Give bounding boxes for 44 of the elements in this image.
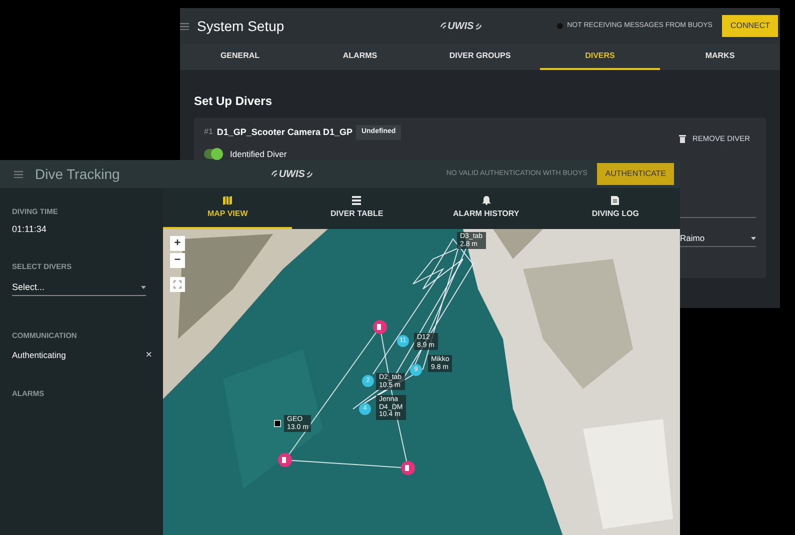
document-icon	[610, 196, 620, 204]
menu-icon[interactable]	[180, 22, 189, 30]
diver-index: #1	[204, 126, 213, 138]
logo-text: UWIS	[448, 20, 474, 34]
select-field[interactable]: Select...	[12, 280, 146, 296]
marker-icon	[373, 320, 387, 334]
trash-icon	[679, 134, 686, 143]
list-icon	[352, 196, 362, 204]
status-dot-icon	[557, 23, 564, 29]
caret-icon	[751, 237, 756, 240]
toggle-label: Identified Diver	[230, 148, 287, 160]
bell-icon	[482, 196, 491, 204]
close-button[interactable]: ×	[146, 350, 152, 362]
tab[interactable]: DIVER TABLE	[292, 188, 422, 229]
tab[interactable]: GENERAL	[180, 44, 300, 70]
wave-icon	[474, 21, 483, 31]
square-marker-icon	[274, 420, 281, 427]
tab[interactable]: DIVER GROUPS	[420, 44, 540, 70]
tab[interactable]: DIVERS	[540, 44, 660, 70]
diver-name: D1_GP_Scooter Camera D1_GP	[216, 126, 352, 138]
authenticate-button[interactable]: AUTHENTICATE	[597, 163, 674, 185]
wave-icon	[270, 169, 278, 179]
window-title: Dive Tracking	[35, 164, 120, 184]
toggle-switch[interactable]	[204, 148, 222, 159]
diving-time: 01:11:34	[12, 223, 46, 236]
fullscreen-icon[interactable]	[170, 277, 185, 292]
logo-text: UWIS	[278, 168, 305, 182]
menu-icon[interactable]	[14, 170, 23, 178]
communication-status: Authenticating	[12, 349, 66, 362]
section-heading: Set Up Divers	[194, 93, 272, 110]
marker-icon	[401, 461, 415, 475]
connect-button[interactable]: CONNECT	[722, 15, 778, 37]
caret-icon	[141, 286, 146, 289]
tab[interactable]: ALARM HISTORY	[422, 188, 551, 229]
marker-icon	[278, 453, 292, 467]
map-icon	[223, 196, 232, 204]
tab[interactable]: MARKS	[660, 44, 780, 70]
window-title: System Setup	[197, 16, 284, 36]
wave-icon	[306, 169, 314, 179]
tab[interactable]: ALARMS	[300, 44, 420, 70]
zoom-out-button[interactable]: −	[170, 253, 185, 268]
zoom-in-button[interactable]: +	[170, 236, 185, 251]
tab[interactable]: DIVING LOG	[550, 188, 680, 229]
wave-icon	[438, 21, 447, 31]
